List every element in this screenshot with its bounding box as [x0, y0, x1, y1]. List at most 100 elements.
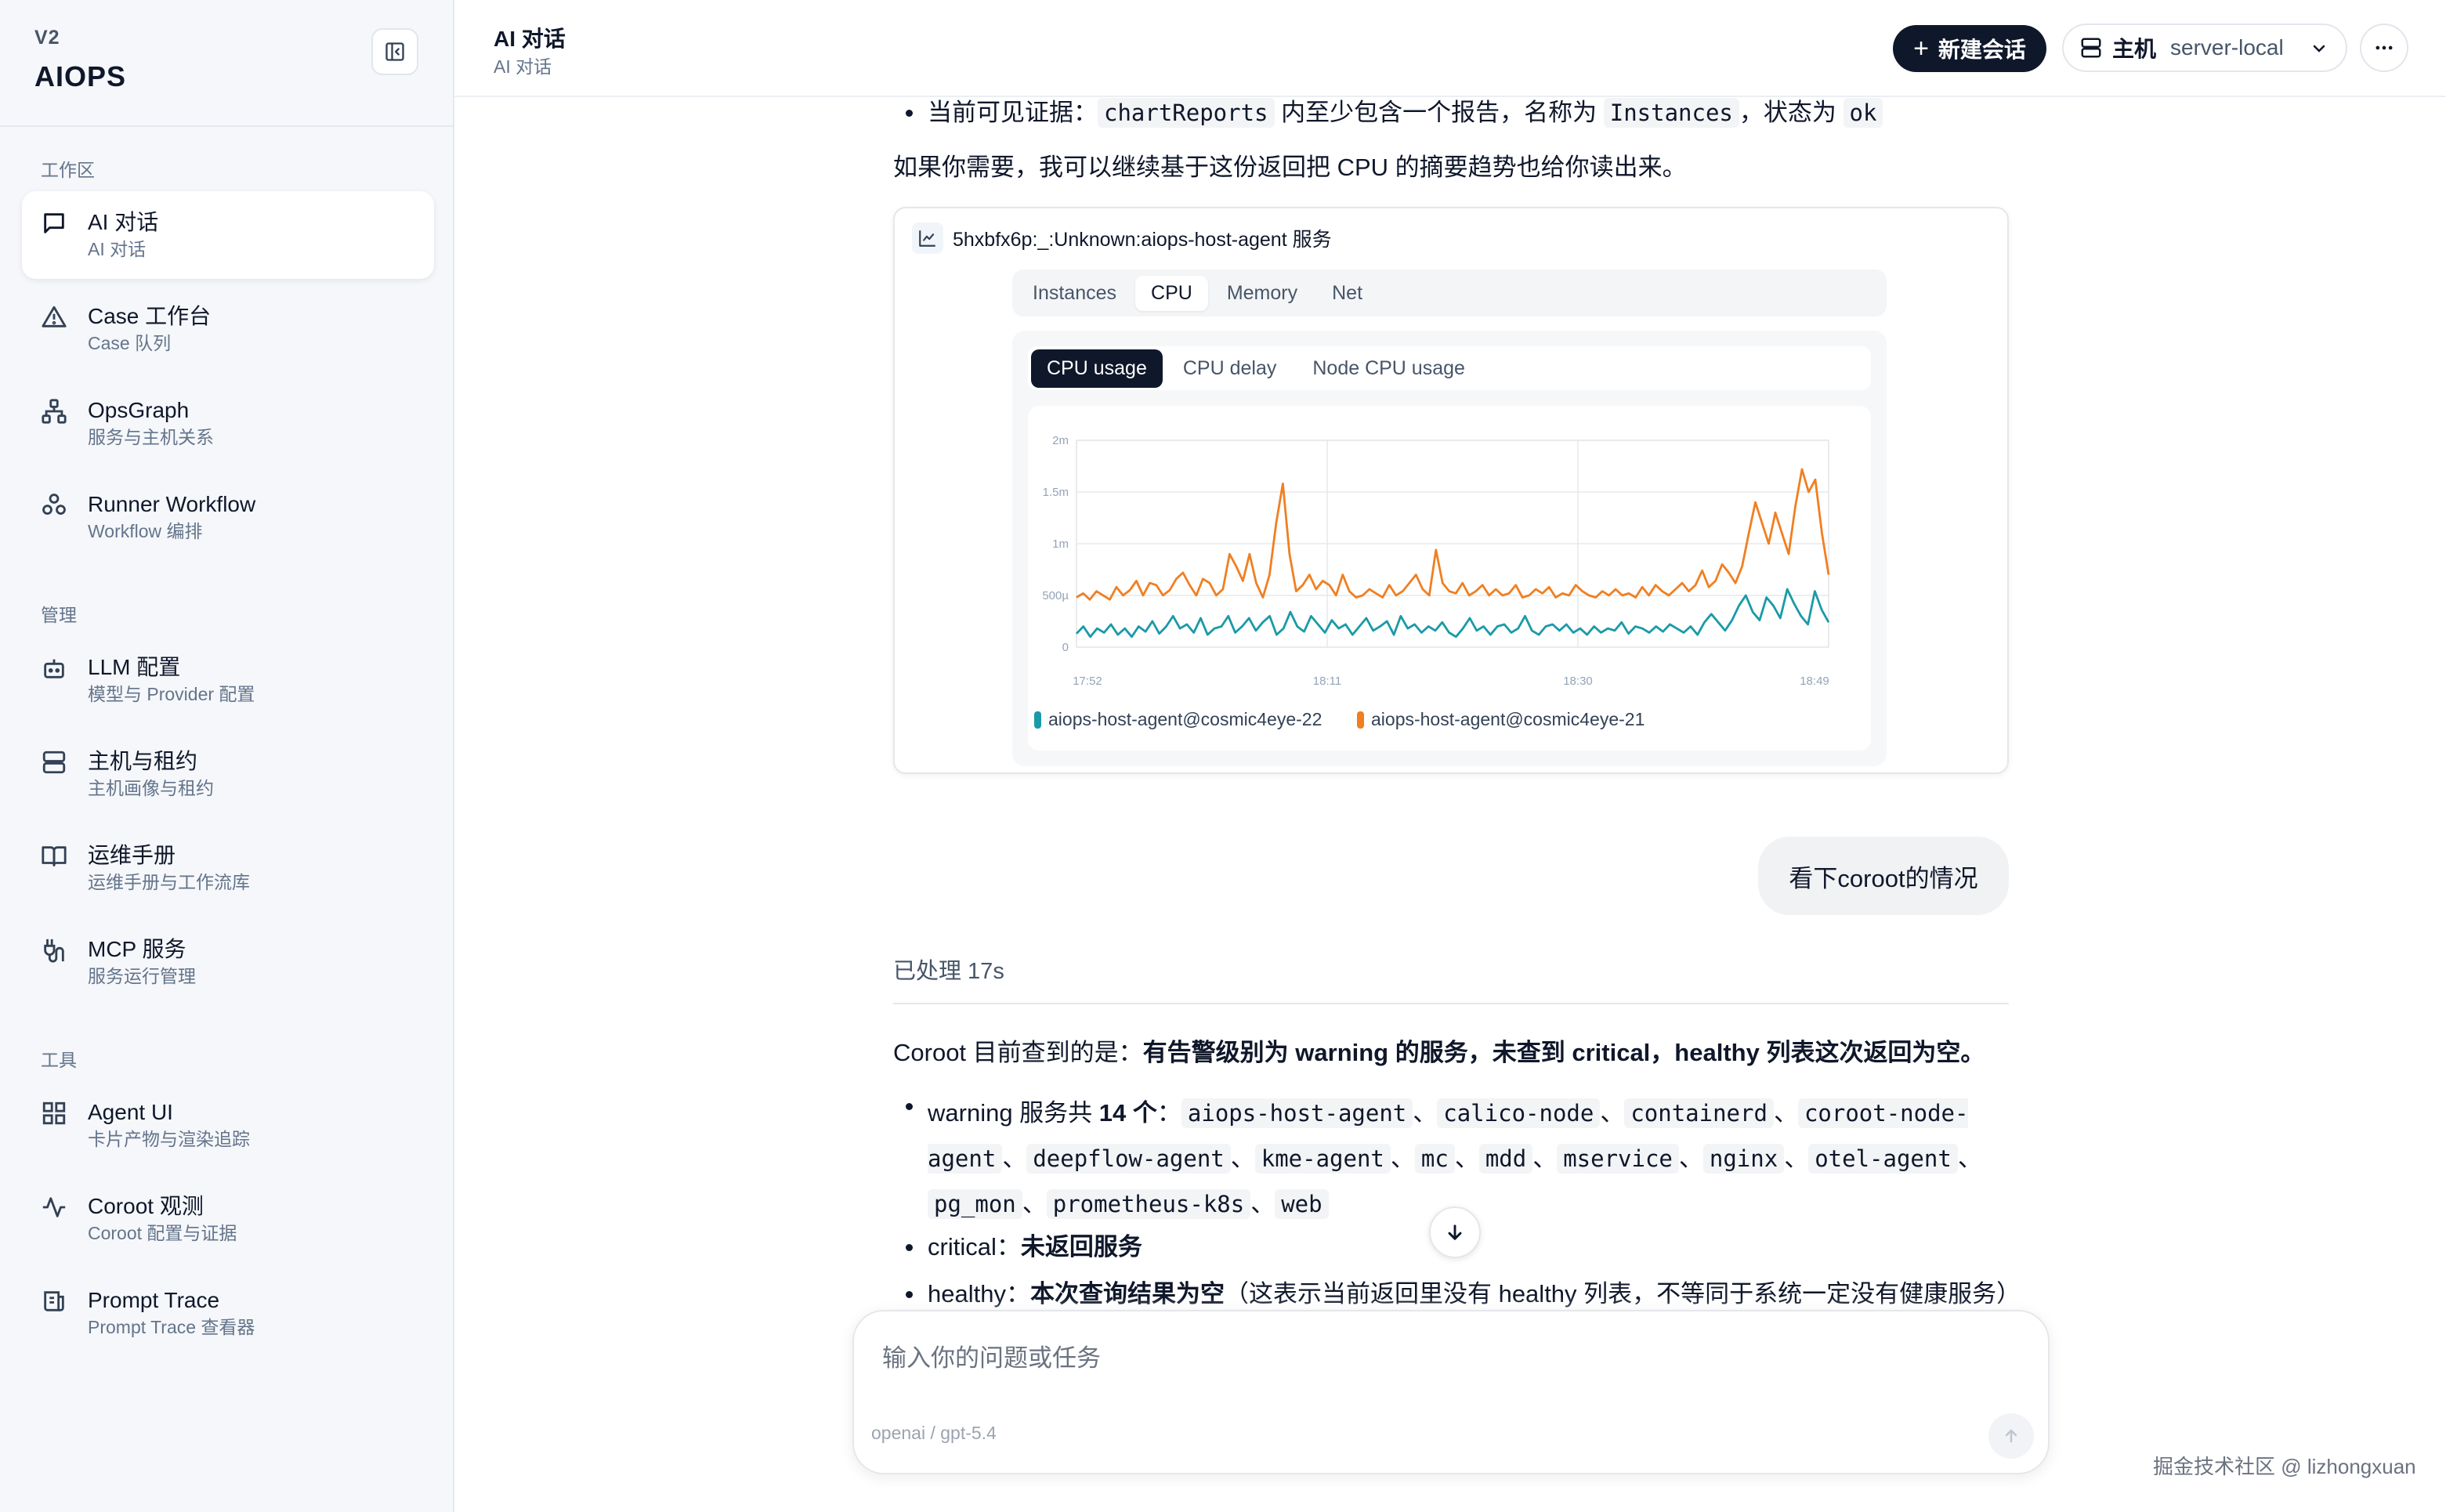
sidebar-item-runner-workflow[interactable]: Runner Workflow Workflow 编排	[22, 473, 434, 561]
chevron-down-icon	[2313, 45, 2325, 52]
chat-composer: openai / gpt-5.4	[852, 1310, 2050, 1474]
warning-line: warning 服务共 14 个： aiops-host-agent、 calico…	[906, 1091, 2009, 1227]
new-chat-button[interactable]: + 新建会话	[1893, 25, 2046, 72]
send-button[interactable]	[1988, 1413, 2034, 1459]
sidebar-item-agent-ui[interactable]: Agent UI 卡片产物与渲染追踪	[22, 1081, 434, 1169]
sidebar-item-sub: Prompt Trace 查看器	[88, 1317, 255, 1337]
evidence-code: chartReports	[1098, 98, 1275, 128]
arrow-down-icon	[1448, 1224, 1462, 1240]
x-tick-label: 18:49	[1800, 675, 1829, 688]
brand: V2 AIOPS	[34, 27, 126, 93]
sidebar-item-opsgraph[interactable]: OpsGraph 服务与主机关系	[22, 379, 434, 467]
scroll-to-bottom-button[interactable]	[1429, 1206, 1481, 1258]
cpu-subtabs: CPU usage CPU delay Node CPU usage	[1028, 346, 1871, 390]
service-tag: calico-node	[1437, 1098, 1601, 1128]
alert-triangle-icon	[42, 306, 67, 327]
service-tag: otel-agent	[1808, 1144, 1958, 1174]
sidebar-item-mcp[interactable]: MCP 服务 服务运行管理	[22, 918, 434, 1006]
sidebar-item-sub: 模型与 Provider 配置	[88, 684, 255, 704]
service-tag: aiops-host-agent	[1181, 1098, 1413, 1128]
sidebar-divider	[0, 125, 453, 127]
section-label-manage: 管理	[41, 605, 77, 625]
service-tag: containerd	[1624, 1098, 1774, 1128]
sidebar-item-sub: Coroot 配置与证据	[88, 1223, 237, 1243]
service-tag: prometheus-k8s	[1046, 1189, 1251, 1219]
service-separator: 、	[1230, 1145, 1255, 1172]
x-tick-label: 17:52	[1073, 675, 1102, 688]
tab-memory[interactable]: Memory	[1211, 276, 1313, 311]
workflow-icon	[42, 494, 66, 515]
tab-instances[interactable]: Instances	[1017, 276, 1132, 311]
section-label-tools: 工具	[41, 1050, 77, 1070]
service-tag: kme-agent	[1254, 1144, 1391, 1174]
legend-label: aiops-host-agent@cosmic4eye-21	[1371, 709, 1645, 729]
brand-version: V2	[34, 27, 60, 49]
service-separator: 、	[1532, 1145, 1558, 1172]
service-separator: 、	[1600, 1099, 1625, 1127]
sidebar-item-hosts[interactable]: 主机与租约 主机画像与租约	[22, 730, 434, 818]
server-icon	[2081, 38, 2101, 58]
server-icon	[42, 751, 66, 774]
legend-label: aiops-host-agent@cosmic4eye-22	[1048, 709, 1322, 729]
sidebar-item-llm-config[interactable]: LLM 配置 模型与 Provider 配置	[22, 636, 434, 724]
watermark: 掘金技术社区 @ lizhongxuan	[2153, 1455, 2416, 1478]
sidebar-item-runbook[interactable]: 运维手册运维手册与工作流库	[22, 824, 434, 912]
subtab-node-cpu-usage[interactable]: Node CPU usage	[1297, 349, 1481, 388]
sidebar-item-title: OpsGraph	[88, 398, 190, 422]
tab-cpu[interactable]: CPU	[1135, 275, 1208, 311]
host-value: server-local	[2170, 35, 2284, 60]
bot-icon	[44, 659, 64, 678]
brand-name: AIOPS	[34, 60, 127, 92]
evidence-prefix: 当前可见证据：	[928, 99, 1098, 126]
sidebar-item-prompt-trace[interactable]: Prompt Trace Prompt Trace 查看器	[22, 1269, 434, 1357]
processed-divider	[893, 1003, 2009, 1004]
evidence-code: Instances	[1603, 98, 1739, 128]
summary-bold: 有告警级别为 warning 的服务，未查到 critical，healthy …	[1142, 1039, 1985, 1066]
service-separator: 、	[1413, 1099, 1438, 1127]
chart-card: 5hxbfx6p:_:Unknown:aiops-host-agent 服务 I…	[893, 207, 2009, 774]
page-title: AI 对话	[494, 27, 566, 51]
critical-prefix: critical：	[928, 1233, 1021, 1261]
tab-net[interactable]: Net	[1316, 276, 1378, 311]
collapse-sidebar-button[interactable]	[371, 28, 418, 75]
chat-input[interactable]	[882, 1340, 1979, 1377]
model-label[interactable]: openai / gpt-5.4	[871, 1423, 997, 1444]
subtab-cpu-delay[interactable]: CPU delay	[1167, 349, 1293, 388]
evidence-mid: 内至少包含一个报告，名称为	[1274, 99, 1604, 126]
service-separator: 、	[1678, 1145, 1703, 1172]
service-separator: 、	[1250, 1190, 1275, 1217]
evidence-mid2: ，状态为	[1739, 99, 1844, 126]
more-button[interactable]	[2360, 24, 2408, 72]
sidebar-item-title: 运维手册	[88, 843, 176, 867]
host-select[interactable]: 主机 server-local	[2062, 24, 2347, 72]
plug-icon	[44, 939, 64, 963]
book-icon	[42, 846, 67, 866]
cpu-usage-svg: 0 500µ 1m 1.5m 2m 17:52 18:11 18:30 18:49 aiops-h…	[1034, 434, 1830, 729]
y-tick-label: 2m	[1052, 434, 1069, 447]
series-line-1	[1075, 588, 1830, 638]
subtab-cpu-usage[interactable]: CPU usage	[1031, 349, 1163, 388]
legend-swatch	[1357, 711, 1364, 729]
service-tag: pg_mon	[928, 1189, 1022, 1219]
line-chart-icon	[912, 222, 943, 254]
chart-card-title: 5hxbfx6p:_:Unknown:aiops-host-agent 服务	[953, 229, 1332, 251]
sidebar-item-sub: 服务运行管理	[88, 966, 196, 986]
sidebar-item-case[interactable]: Case 工作台 Case 队列	[22, 285, 434, 373]
y-tick-label: 1m	[1052, 537, 1069, 551]
sidebar-item-coroot[interactable]: Coroot 观测 Coroot 配置与证据	[22, 1175, 434, 1263]
sidebar-item-ai-chat[interactable]: AI 对话 AI 对话	[22, 191, 434, 279]
processed-status[interactable]: 已处理 17s	[893, 953, 1004, 986]
graph-icon	[42, 399, 67, 424]
sidebar-item-title: Agent UI	[88, 1100, 173, 1124]
warning-colon: ：	[1156, 1099, 1181, 1127]
sidebar-item-title: Prompt Trace	[88, 1288, 220, 1312]
warning-count: 14 个	[1098, 1099, 1157, 1127]
warning-prefix: warning 服务共	[928, 1099, 1099, 1127]
service-separator: 、	[1773, 1099, 1798, 1127]
sidebar-item-sub: 主机画像与租约	[88, 778, 214, 798]
service-tag: mservice	[1557, 1144, 1679, 1174]
cpu-usage-chart: 0 500µ 1m 1.5m 2m 17:52 18:11 18:30 18:49 aiops-h…	[1028, 406, 1871, 751]
service-tag: mc	[1414, 1144, 1455, 1174]
summary-prefix: Coroot 目前查到的是：	[893, 1039, 1143, 1066]
sidebar-item-sub: 运维手册与工作流库	[88, 872, 250, 892]
